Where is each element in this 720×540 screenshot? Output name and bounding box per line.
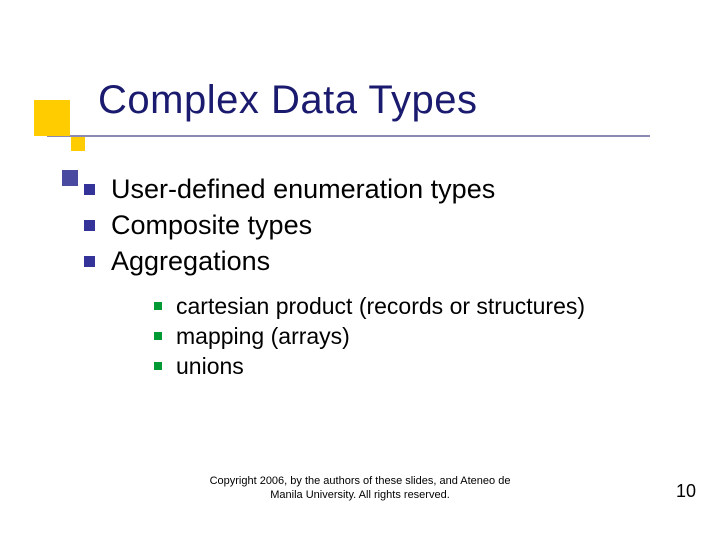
sub-bullet-icon [154, 362, 162, 370]
list-item: User-defined enumeration types [84, 172, 660, 206]
list-item: Aggregations [84, 244, 660, 278]
sub-list: cartesian product (records or structures… [154, 292, 660, 381]
title-underline [47, 135, 650, 137]
copyright: Copyright 2006, by the authors of these … [0, 474, 720, 502]
copyright-line: Copyright 2006, by the authors of these … [210, 475, 511, 487]
sub-bullet-icon [154, 302, 162, 310]
slide-body: User-defined enumeration types Composite… [84, 172, 660, 382]
slide-title: Complex Data Types [98, 78, 478, 123]
sub-bullet-icon [154, 332, 162, 340]
sub-list-item-text: unions [176, 352, 244, 381]
bullet-icon [84, 256, 95, 267]
bullet-icon [84, 184, 95, 195]
copyright-line: Manila University. All rights reserved. [270, 489, 450, 501]
sub-list-item-text: mapping (arrays) [176, 322, 350, 351]
list-item-text: Composite types [111, 208, 312, 242]
accent-square-large [34, 100, 70, 136]
list-item: Composite types [84, 208, 660, 242]
list-item-text: User-defined enumeration types [111, 172, 495, 206]
body-accent-square [62, 170, 78, 186]
bullet-icon [84, 220, 95, 231]
slide: Complex Data Types User-defined enumerat… [0, 0, 720, 540]
sub-list-item: mapping (arrays) [154, 322, 660, 351]
accent-square-small [71, 137, 85, 151]
sub-list-item-text: cartesian product (records or structures… [176, 292, 585, 321]
list-item-text: Aggregations [111, 244, 270, 278]
sub-list-item: unions [154, 352, 660, 381]
page-number: 10 [676, 481, 696, 502]
sub-list-item: cartesian product (records or structures… [154, 292, 660, 321]
